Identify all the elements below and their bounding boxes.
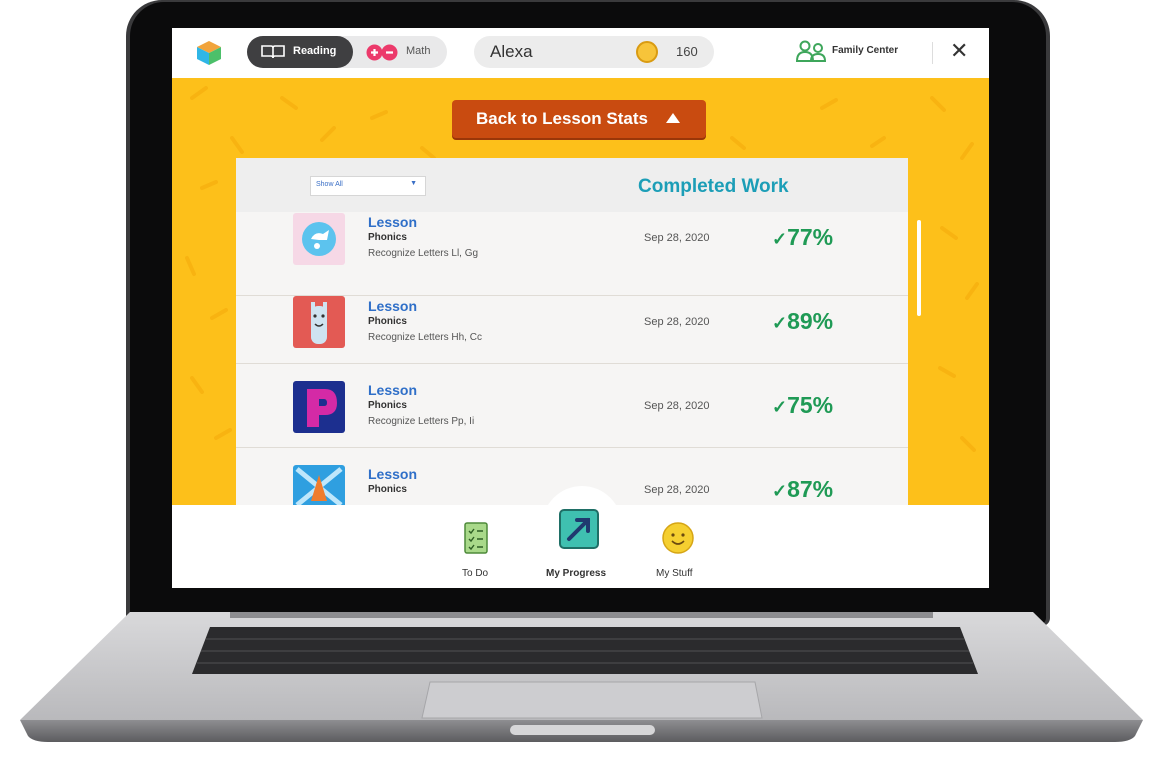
letter-p-art <box>293 381 345 433</box>
filter-dropdown[interactable]: Show All ▼ <box>310 176 426 196</box>
row-date: Sep 28, 2020 <box>644 232 710 244</box>
caret-up-icon <box>666 113 680 123</box>
row-title[interactable]: Lesson <box>368 382 417 398</box>
row-subtitle: Recognize Letters Ll, Gg <box>368 248 479 259</box>
check-icon: ✓ <box>772 313 788 333</box>
logo-cube-icon[interactable] <box>196 40 222 66</box>
row-score: ✓87% <box>772 476 833 503</box>
row-score-value: 87% <box>787 476 834 502</box>
row-score-value: 89% <box>787 308 834 334</box>
nav-my-progress-label: My Progress <box>546 568 607 579</box>
row-category: Phonics <box>368 400 407 411</box>
panel-title: Completed Work <box>638 176 789 197</box>
nav-my-stuff[interactable]: My Stuff <box>652 522 712 582</box>
laptop-base <box>20 612 1143 742</box>
letter-g-art <box>293 213 345 265</box>
row-date: Sep 28, 2020 <box>644 484 710 496</box>
check-icon: ✓ <box>772 229 788 249</box>
llama-art <box>293 296 345 348</box>
plus-minus-icon <box>366 44 398 61</box>
family-icon[interactable] <box>796 39 828 63</box>
nav-my-stuff-label: My Stuff <box>656 568 693 579</box>
family-center-link[interactable]: Family Center <box>832 45 898 56</box>
nav-my-progress[interactable]: My Progress <box>542 508 622 584</box>
row-subtitle: Recognize Letters Hh, Cc <box>368 332 482 343</box>
coin-icon <box>636 41 658 63</box>
progress-arrow-icon <box>559 509 599 549</box>
check-icon: ✓ <box>772 397 788 417</box>
back-button-label: Back to Lesson Stats <box>476 109 648 128</box>
row-score-value: 77% <box>787 224 834 250</box>
coin-count: 160 <box>676 44 698 59</box>
row-category: Phonics <box>368 232 407 243</box>
row-title[interactable]: Lesson <box>368 466 417 482</box>
tab-math-label[interactable]: Math <box>406 45 430 57</box>
tab-math[interactable] <box>366 44 398 61</box>
close-icon[interactable]: ✕ <box>950 38 968 64</box>
row-score: ✓77% <box>772 224 833 251</box>
student-name: Alexa <box>490 42 533 61</box>
chevron-down-icon: ▼ <box>410 180 417 187</box>
tab-reading-label: Reading <box>293 45 337 57</box>
row-date: Sep 28, 2020 <box>644 400 710 412</box>
open-book-icon <box>261 45 285 59</box>
row-score: ✓89% <box>772 308 833 335</box>
tab-reading[interactable]: Reading <box>247 36 353 68</box>
filter-value: Show All <box>316 181 343 188</box>
row-date: Sep 28, 2020 <box>644 316 710 328</box>
row-title[interactable]: Lesson <box>368 214 417 230</box>
back-to-lesson-stats-button[interactable]: Back to Lesson Stats <box>452 100 706 138</box>
row-subtitle: Recognize Letters Pp, Ii <box>368 416 475 427</box>
table-row[interactable]: Lesson Phonics Recognize Letters Pp, Ii … <box>236 364 908 448</box>
row-score: ✓75% <box>772 392 833 419</box>
smiley-icon <box>662 522 694 554</box>
row-category: Phonics <box>368 316 407 327</box>
check-icon: ✓ <box>772 481 788 501</box>
row-score-value: 75% <box>787 392 834 418</box>
scrollbar-thumb[interactable] <box>917 220 921 316</box>
topbar-divider <box>932 42 933 64</box>
nav-to-do-label: To Do <box>462 568 489 579</box>
app-screen: Reading Math Alexa 160 Family Center ✕ B… <box>172 28 989 588</box>
row-title[interactable]: Lesson <box>368 298 417 314</box>
checklist-icon <box>464 522 488 554</box>
row-category: Phonics <box>368 484 407 495</box>
table-row[interactable]: Lesson Phonics Recognize Letters Hh, Cc … <box>236 280 908 364</box>
nav-to-do[interactable]: To Do <box>454 522 504 582</box>
